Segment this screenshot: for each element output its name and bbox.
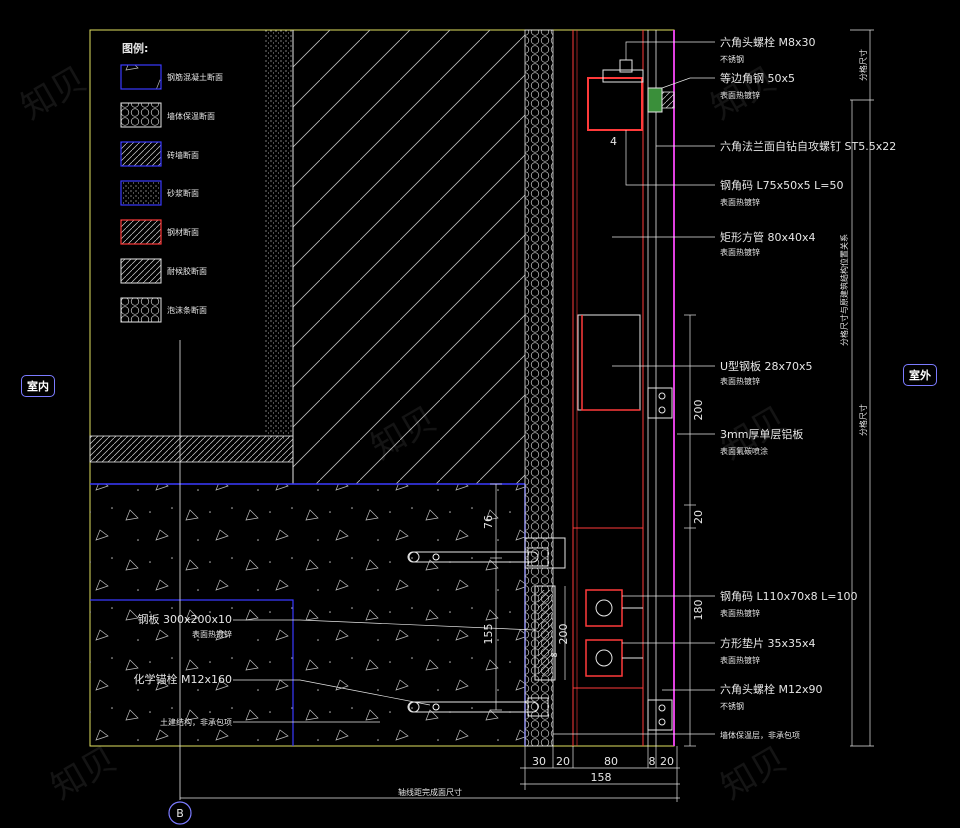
legend-item-label: 砖墙断面 (167, 150, 199, 160)
callout-main: 墙体保温层，非承包项 (720, 730, 800, 740)
axis-marker-label: B (176, 807, 184, 820)
brick-wall-section (89, 435, 294, 463)
dim-label: 200 (692, 400, 705, 421)
legend-item-label: 泡沫条断面 (167, 305, 207, 315)
dim-label: 200 (557, 624, 570, 645)
callout-main: 化学锚栓 M12x160 (134, 672, 233, 686)
watermark-text: 知贝 (15, 59, 94, 128)
rect-tube-section (587, 77, 643, 131)
callout-main: 矩形方管 80x40x4 (720, 230, 816, 244)
callout-sub: 表面热镀锌 (720, 608, 760, 618)
dim-label: 30 (532, 755, 546, 768)
legend-item-label: 砂浆断面 (167, 188, 199, 198)
dim-label: 20 (660, 755, 674, 768)
dim-small: 4 (610, 135, 617, 148)
watermark-text: 知贝 (715, 739, 794, 808)
callout-sub: 表面热镀锌 (720, 655, 760, 665)
callout-main: 钢角码 L110x70x8 L=100 (720, 590, 857, 603)
dim-label: 8 (649, 755, 656, 768)
legend-swatch-insulation (120, 102, 162, 128)
dim-small: 8 (550, 652, 559, 657)
callout-sub: 不锈钢 (720, 54, 744, 64)
callout-main: 六角头螺栓 M8x30 (720, 35, 816, 49)
outdoor-tag: 室外 (903, 364, 937, 386)
watermark-text: 知贝 (715, 399, 794, 468)
callout-main: 六角头螺栓 M12x90 (720, 682, 823, 696)
callout-main: 方形垫片 35x35x4 (720, 636, 816, 650)
vertical-note: 分格尺寸 (858, 404, 868, 436)
callout-sub: 表面热镀锌 (720, 247, 760, 257)
legend-title: 图例: (122, 41, 148, 55)
right-vertical-dims: 200 20 180 分格尺寸 分格尺寸与原建筑结构位置关系 分格尺寸 (692, 49, 868, 621)
mortar-layer (265, 30, 293, 440)
legend-item-label: 钢材断面 (167, 227, 199, 237)
bottom-dimensions: 30 20 80 8 20 158 轴线距完成面尺寸 (398, 755, 674, 797)
cad-detail-drawing: B 图例: 钢筋混凝土断面 墙体保温断面 砖墙断面 砂浆断面 钢材断面 耐候胶断… (15, 29, 896, 825)
angle-steel-50x5 (647, 87, 663, 113)
callout-main: U型钢板 28x70x5 (720, 359, 813, 373)
legend-swatch-brick (120, 141, 162, 167)
dim-label: 20 (692, 510, 705, 524)
drawing-canvas: B 图例: 钢筋混凝土断面 墙体保温断面 砖墙断面 砂浆断面 钢材断面 耐候胶断… (0, 0, 960, 828)
callout-main: 钢角码 L75x50x5 L=50 (720, 179, 843, 192)
vertical-note: 分格尺寸与原建筑结构位置关系 (839, 234, 849, 346)
legend-item-label: 耐候胶断面 (167, 266, 207, 276)
u-channel-plate (577, 314, 641, 411)
callout-sub: 不锈钢 (720, 701, 744, 711)
indoor-tag: 室内 (21, 375, 55, 397)
legend-swatch-concrete (120, 64, 162, 90)
legend-swatch-mortar (120, 180, 162, 206)
dim-total: 158 (591, 771, 612, 784)
dim-label: 155 (482, 624, 495, 645)
callout-sub: 表面热镀锌 (192, 629, 232, 639)
dim-label: 80 (604, 755, 618, 768)
square-washer (585, 589, 623, 627)
legend-item-label: 钢筋混凝土断面 (167, 72, 223, 82)
vertical-note: 分格尺寸 (858, 49, 868, 81)
legend-swatch-steel (120, 219, 162, 245)
legend: 图例: 钢筋混凝土断面 墙体保温断面 砖墙断面 砂浆断面 钢材断面 耐候胶断面 … (120, 41, 223, 323)
callout-main: 钢板 300x200x10 (137, 612, 232, 626)
legend-item-label: 墙体保温断面 (167, 111, 215, 121)
legend-swatch-foam (120, 297, 162, 323)
callout-sub: 表面热镀锌 (720, 197, 760, 207)
axis-note: 轴线距完成面尺寸 (398, 787, 462, 797)
watermark-text: 知贝 (45, 739, 124, 808)
dim-label: 76 (482, 515, 495, 529)
dim-label: 180 (692, 600, 705, 621)
legend-swatch-sealant (120, 258, 162, 284)
watermark-text: 知贝 (705, 59, 784, 128)
dim-label: 20 (556, 755, 570, 768)
callout-main: 土建结构，非承包项 (160, 717, 232, 727)
callout-sub: 表面热镀锌 (720, 376, 760, 386)
